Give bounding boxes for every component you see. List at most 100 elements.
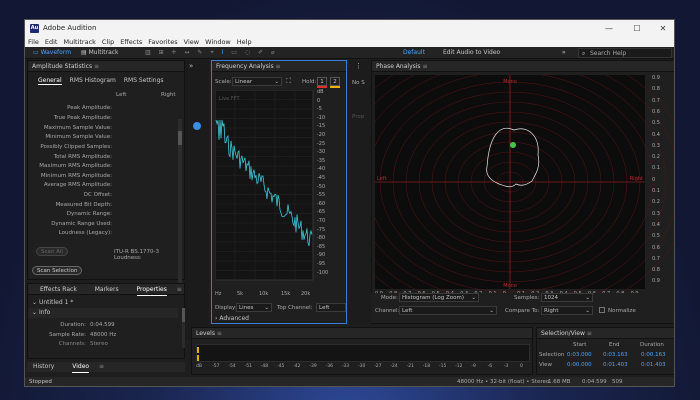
tab-history[interactable]: History: [33, 362, 54, 372]
menu-bar: File Edit Multitrack Clip Effects Favorites Vi…: [25, 37, 674, 47]
header-start: Start: [573, 342, 587, 348]
levels-tick-label: dB: [196, 364, 202, 369]
selection-start[interactable]: 0:03.000: [567, 352, 592, 358]
row-label: True Peak Amplitude:: [53, 115, 112, 121]
advanced-toggle[interactable]: › Advanced: [215, 315, 249, 322]
tab-video[interactable]: Video: [72, 362, 90, 373]
panel-menu-icon[interactable]: ≡: [99, 363, 104, 370]
menu-edit[interactable]: Edit: [42, 37, 61, 47]
panel-menu-icon[interactable]: ≡: [276, 63, 281, 70]
hold-2-button[interactable]: 2: [330, 77, 340, 86]
hold-2-color: [330, 86, 340, 88]
maximize-button[interactable]: ☐: [626, 22, 648, 35]
menu-multitrack[interactable]: Multitrack: [60, 37, 98, 47]
row-label: Total RMS Amplitude:: [53, 154, 112, 160]
samples-select[interactable]: 1024 ⌄: [541, 293, 593, 302]
status-text: Stopped: [29, 379, 52, 385]
menu-clip[interactable]: Clip: [99, 37, 117, 47]
db-tick-label: dB: [317, 89, 324, 95]
levels-tick-label: -48: [260, 364, 269, 369]
hz-tick-label: 20k: [301, 291, 311, 297]
close-button[interactable]: ✕: [652, 22, 674, 35]
properties-file: ⌄ Untitled 1 *: [32, 299, 73, 306]
normalize-checkbox[interactable]: [599, 307, 605, 313]
menu-window[interactable]: Window: [202, 37, 234, 47]
hold-settings-icon[interactable]: ⛶: [286, 77, 291, 86]
menu-help[interactable]: Help: [234, 37, 255, 47]
levels-tick-label: -6: [487, 364, 493, 369]
workspace-edit-audio-video[interactable]: Edit Audio to Video: [443, 49, 500, 57]
panel-menu-icon[interactable]: ≡: [422, 63, 427, 70]
phase-tick-label: 0.2: [652, 199, 660, 206]
tool-icons[interactable]: ▥ ⊞ ✛ ↔ ✎ ⌖ I ▭ ◌ ✐ ⌀: [145, 49, 278, 57]
levels-tick-label: -24: [390, 364, 398, 369]
selection-end[interactable]: 0:03.163: [603, 352, 628, 358]
scrollbar[interactable]: [178, 119, 182, 289]
panel-menu-icon[interactable]: ≡: [217, 330, 222, 337]
phase-tick-label: 0.5: [652, 233, 660, 240]
display-value: Lines: [239, 305, 254, 311]
info-section-header[interactable]: ⌄ Info: [28, 308, 178, 318]
db-tick-label: -95: [317, 261, 326, 267]
top-channel-value: Left: [319, 305, 330, 311]
channel-select[interactable]: Left ⌄: [399, 306, 497, 315]
db-tick-label: -15: [317, 123, 326, 130]
levels-meter: [196, 344, 530, 362]
info-label: Info: [38, 309, 51, 316]
scan-all-button[interactable]: Scan All: [36, 247, 68, 256]
menu-file[interactable]: File: [25, 37, 42, 47]
tab-general[interactable]: General: [38, 77, 62, 85]
panel-menu-icon[interactable]: ≡: [94, 63, 99, 70]
display-label: Display:: [215, 305, 237, 311]
toolbar: ▭ Waveform ▤ Multitrack ▥ ⊞ ✛ ↔ ✎ ⌖ I ▭ …: [25, 47, 674, 59]
waveform-label: Waveform: [40, 49, 72, 56]
minimize-button[interactable]: —: [598, 22, 620, 35]
panel-options-icon[interactable]: ⋮: [355, 62, 362, 70]
db-tick-labels: dB 0 -5 -10 -15 -20 -25 -30 -35 -40 -45 -50 -55 -60 -6…: [315, 89, 345, 289]
levels-tick-label: -30: [358, 364, 366, 369]
row-label: Maximum Sample Value:: [43, 125, 112, 131]
multitrack-view-button[interactable]: ▤ Multitrack: [81, 49, 119, 57]
tab-rms-settings[interactable]: RMS Settings: [124, 77, 164, 84]
tab-rms-histogram[interactable]: RMS Histogram: [70, 77, 116, 84]
tab-effects-rack[interactable]: Effects Rack: [40, 284, 77, 295]
status-bar: Stopped 48000 Hz • 32-bit (float) • Ster…: [25, 377, 674, 386]
menu-effects[interactable]: Effects: [117, 37, 145, 47]
menu-favorites[interactable]: Favorites: [145, 37, 180, 47]
top-channel-select[interactable]: Left: [316, 303, 346, 312]
workspace-default[interactable]: Default: [403, 49, 425, 57]
workspace-more-icon[interactable]: »: [562, 49, 566, 57]
db-tick-label: -5: [317, 106, 322, 113]
tab-properties[interactable]: Properties: [136, 284, 167, 296]
levels-tick-label: -54: [228, 364, 236, 369]
phase-controls: Mode: Histogram (Log Zoom) ⌄ Samples: 102…: [371, 293, 674, 323]
db-tick-label: -90: [317, 252, 326, 259]
view-end[interactable]: 0:01.403: [603, 362, 628, 368]
hz-tick-label: 15k: [281, 291, 291, 297]
scan-selection-button[interactable]: Scan Selection: [32, 266, 83, 275]
view-start[interactable]: 0:00.000: [567, 362, 592, 368]
tab-markers[interactable]: Markers: [95, 284, 119, 295]
chevron-down-icon[interactable]: ⌄: [32, 299, 37, 306]
scrollbar-thumb[interactable]: [178, 131, 182, 145]
selection-duration[interactable]: 0:00.163: [641, 352, 666, 358]
menu-view[interactable]: View: [181, 37, 202, 47]
chevron-down-icon: ⌄: [585, 308, 590, 314]
view-duration[interactable]: 0:01.403: [641, 362, 666, 368]
expand-panels-icon[interactable]: »: [189, 62, 193, 70]
panel-menu-icon[interactable]: ≡: [587, 330, 592, 337]
phase-center-dot: [510, 142, 516, 148]
panel-menu-icon[interactable]: ≡: [177, 286, 182, 293]
phase-right-ticks: 0.9 0.8 0.7 0.6 0.5 0.4 0.3 0.2 0.1 0 0.1 0.2 0.3 0.4…: [650, 75, 672, 291]
scale-select[interactable]: Linear ⌄: [232, 77, 282, 86]
channel-label: Channel:: [375, 308, 400, 314]
compare-select[interactable]: Right ⌄: [541, 306, 593, 315]
time-selection-icon[interactable]: I: [222, 49, 227, 56]
mode-select[interactable]: Histogram (Log Zoom) ⌄: [399, 293, 479, 302]
display-select[interactable]: Lines ⌄: [236, 303, 272, 312]
db-tick-label: -65: [317, 209, 326, 216]
column-left: Left: [116, 92, 127, 98]
waveform-view-button[interactable]: ▭ Waveform: [33, 49, 71, 57]
search-input[interactable]: ⌕ Search Help: [578, 48, 672, 58]
hold-1-button[interactable]: 1: [317, 77, 327, 86]
